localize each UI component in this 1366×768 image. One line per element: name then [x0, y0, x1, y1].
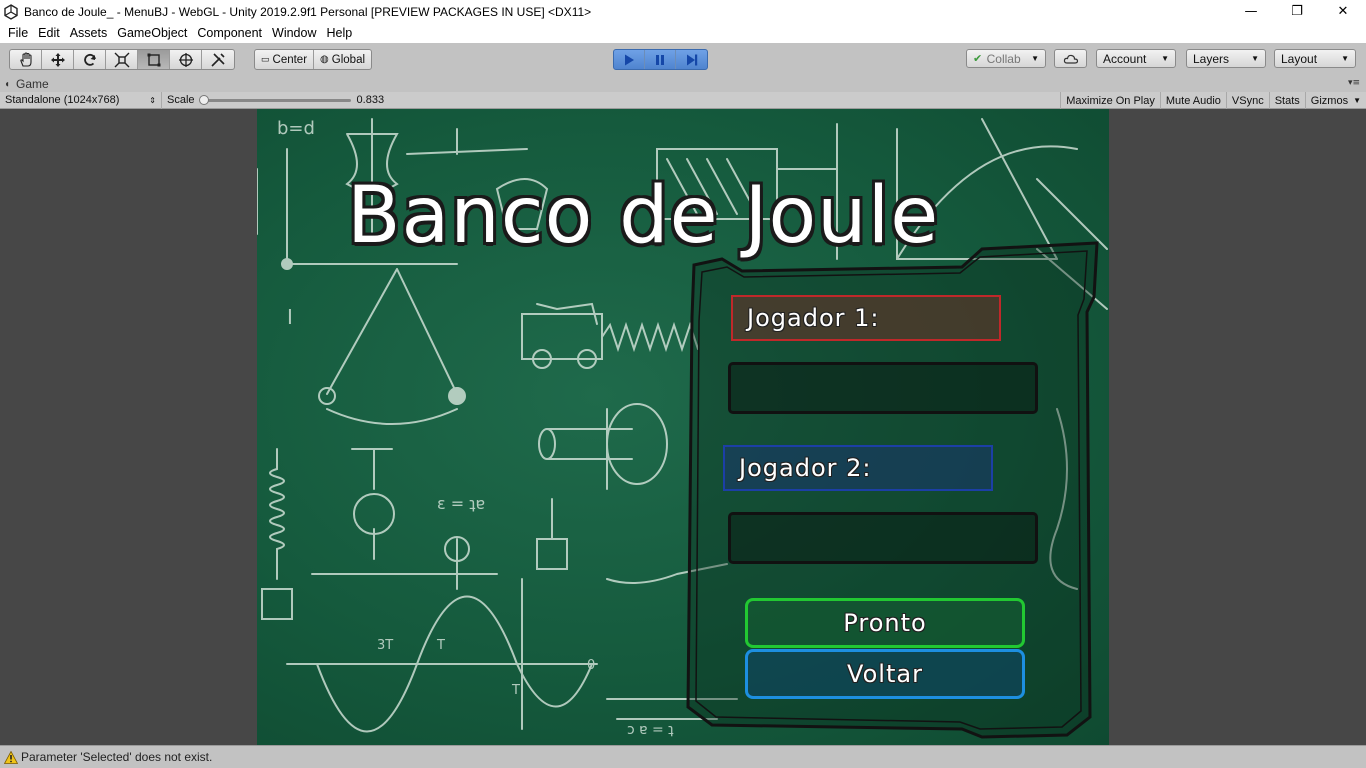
scale-value: 0.833 — [356, 94, 385, 106]
hand-tool-icon[interactable] — [10, 50, 42, 69]
pause-icon — [656, 54, 664, 65]
custom-tool-icon[interactable] — [202, 50, 234, 69]
gizmos-dropdown[interactable]: Gizmos ▼ — [1304, 92, 1366, 109]
scale-tool-icon[interactable] — [106, 50, 138, 69]
globe-icon: ◍ — [320, 54, 329, 65]
cloud-button[interactable] — [1054, 49, 1087, 68]
unity-logo-icon — [4, 3, 18, 20]
rotate-tool-icon[interactable] — [74, 50, 106, 69]
menu-file[interactable]: File — [3, 26, 33, 40]
chevron-down-icon: ▼ — [1031, 54, 1039, 63]
transform-tools — [9, 49, 235, 70]
svg-text:3T: 3T — [377, 638, 393, 653]
svg-text:ɔ ɐ = ʇ: ɔ ɐ = ʇ — [627, 722, 674, 738]
main-toolbar: ▭ Center ◍ Global ✔ Collab ▼ Account ▼ L… — [0, 43, 1366, 76]
account-dropdown[interactable]: Account ▼ — [1096, 49, 1176, 68]
menu-bar: File Edit Assets GameObject Component Wi… — [0, 23, 1366, 43]
tab-bar: ◖ Game ▾≡ — [0, 76, 1366, 92]
gizmos-label: Gizmos — [1310, 94, 1349, 107]
player2-name-input[interactable] — [728, 512, 1038, 564]
rect-tool-icon[interactable] — [138, 50, 170, 69]
play-button[interactable] — [614, 50, 645, 69]
pivot-toggles: ▭ Center ◍ Global — [254, 49, 373, 70]
game-controller-icon: ◖ — [4, 78, 11, 90]
mute-audio-toggle[interactable]: Mute Audio — [1159, 92, 1226, 109]
window-controls: — ❐ ✕ — [1228, 0, 1366, 23]
maximize-on-play-toggle[interactable]: Maximize On Play — [1060, 92, 1160, 109]
player2-label: Jogador 2: — [723, 445, 993, 491]
svg-text:T: T — [511, 683, 520, 698]
back-button[interactable]: Voltar — [745, 649, 1025, 699]
layout-label: Layout — [1281, 51, 1318, 66]
playmode-controls — [613, 49, 708, 70]
window-titlebar: Banco de Joule_ - MenuBJ - WebGL - Unity… — [0, 0, 1366, 23]
cloud-icon — [1063, 54, 1078, 64]
svg-text:b=d: b=d — [277, 118, 315, 139]
scale-slider[interactable] — [198, 94, 351, 105]
vsync-toggle[interactable]: VSync — [1225, 92, 1269, 109]
play-icon — [625, 54, 634, 65]
step-icon — [686, 54, 697, 65]
layers-dropdown[interactable]: Layers ▼ — [1186, 49, 1266, 68]
layers-label: Layers — [1193, 51, 1230, 66]
tab-menu-icon[interactable]: ▾≡ — [1348, 78, 1360, 88]
game-view-toggles: Maximize On Play Mute Audio VSync Stats … — [1060, 92, 1366, 109]
pivot-center-icon: ▭ — [261, 54, 270, 64]
step-button[interactable] — [676, 50, 707, 69]
resolution-dropdown[interactable]: Standalone (1024x768) ⇕ — [0, 91, 162, 109]
chevron-down-icon: ▼ — [1353, 96, 1361, 105]
move-tool-icon[interactable] — [42, 50, 74, 69]
chevron-down-icon: ▼ — [1251, 54, 1259, 63]
pivot-center-button[interactable]: ▭ Center — [255, 50, 315, 69]
layout-dropdown[interactable]: Layout ▼ — [1274, 49, 1356, 68]
check-icon: ✔ — [973, 53, 983, 65]
updown-arrow-icon: ⇕ — [149, 95, 156, 105]
menu-component[interactable]: Component — [192, 26, 267, 40]
pause-button[interactable] — [645, 50, 676, 69]
chevron-down-icon: ▼ — [1341, 54, 1349, 63]
pivot-global-label: Global — [331, 53, 366, 66]
player1-name-input[interactable] — [728, 362, 1038, 414]
close-button[interactable]: ✕ — [1320, 0, 1366, 23]
pivot-global-button[interactable]: ◍ Global — [314, 50, 371, 69]
svg-text:T: T — [436, 638, 445, 653]
resolution-label: Standalone (1024x768) — [5, 94, 120, 106]
svg-text:0: 0 — [587, 658, 595, 673]
tab-game[interactable]: ◖ Game — [4, 76, 49, 92]
scale-control: Scale 0.833 — [162, 92, 389, 109]
menu-assets[interactable]: Assets — [65, 26, 113, 40]
stats-toggle[interactable]: Stats — [1268, 92, 1305, 109]
window-title: Banco de Joule_ - MenuBJ - WebGL - Unity… — [24, 4, 592, 19]
menu-gameobject[interactable]: GameObject — [112, 26, 192, 40]
chevron-down-icon: ▼ — [1161, 54, 1169, 63]
scale-slider-thumb[interactable] — [198, 94, 209, 105]
game-canvas: b=d I ɛ = ʇɐ 3T T T 0 ɔ ɐ = ʇ Banco de J… — [257, 109, 1109, 745]
pivot-center-label: Center — [272, 53, 308, 66]
collab-label: Collab — [986, 51, 1021, 66]
game-view: b=d I ɛ = ʇɐ 3T T T 0 ɔ ɐ = ʇ Banco de J… — [0, 109, 1366, 745]
status-bar[interactable]: Parameter 'Selected' does not exist. — [0, 745, 1366, 768]
maximize-button[interactable]: ❐ — [1274, 0, 1320, 23]
collab-dropdown[interactable]: ✔ Collab ▼ — [966, 49, 1046, 68]
status-message: Parameter 'Selected' does not exist. — [21, 750, 213, 764]
ready-button[interactable]: Pronto — [745, 598, 1025, 648]
transform-tool-icon[interactable] — [170, 50, 202, 69]
minimize-button[interactable]: — — [1228, 0, 1274, 23]
menu-help[interactable]: Help — [321, 26, 357, 40]
game-view-toolbar: Standalone (1024x768) ⇕ Scale 0.833 Maxi… — [0, 91, 1366, 109]
scale-label: Scale — [167, 94, 195, 106]
player1-label: Jogador 1: — [731, 295, 1001, 341]
account-label: Account — [1103, 51, 1147, 66]
svg-text:I: I — [287, 305, 293, 329]
svg-text:ɛ = ʇɐ: ɛ = ʇɐ — [437, 494, 485, 513]
warning-icon — [4, 750, 18, 764]
menu-window[interactable]: Window — [267, 26, 321, 40]
menu-edit[interactable]: Edit — [33, 26, 65, 40]
tab-game-label: Game — [16, 77, 49, 91]
